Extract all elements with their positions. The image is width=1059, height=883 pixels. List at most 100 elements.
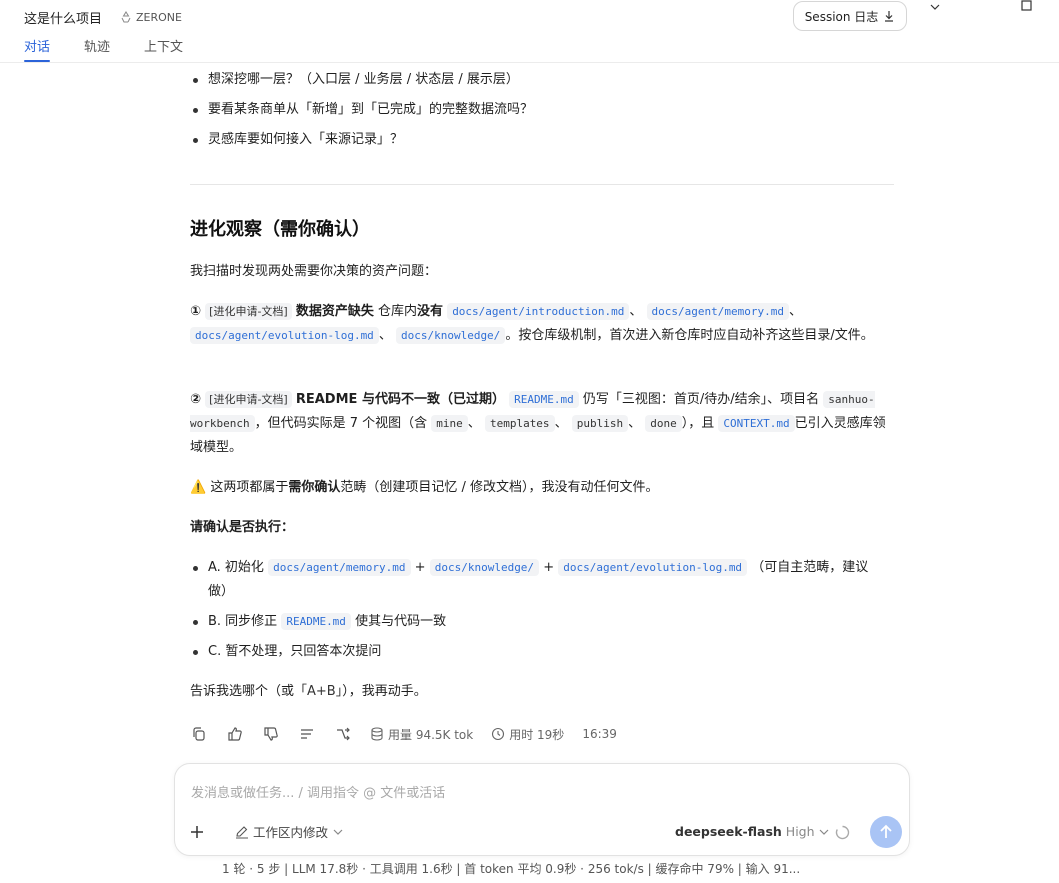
item-number: ② — [190, 392, 202, 407]
tab-trace[interactable]: 轨迹 — [84, 35, 110, 62]
emphasis: 需你确认 — [288, 480, 341, 495]
option-c: C. 暂不处理，只回答本次提问 — [190, 640, 894, 670]
brand-label: ZERONE — [136, 10, 182, 24]
section-heading: 进化观察（需你确认） — [190, 219, 370, 240]
arrow-up-icon — [880, 824, 892, 838]
copy-icon[interactable] — [190, 725, 208, 743]
evolution-item-1: ① [进化申请-文档] 数据资产缺失 仓库内没有 docs/agent/intr… — [190, 300, 894, 348]
database-icon — [371, 727, 383, 741]
option-a: A. 初始化 docs/agent/memory.md + docs/knowl… — [190, 556, 894, 610]
text: 告诉我选哪个（或 — [190, 684, 295, 699]
file-path[interactable]: README.md — [509, 391, 579, 408]
option-b: B. 同步修正 README.md 使其与代码一致 — [190, 610, 894, 640]
chevron-down-icon — [819, 829, 828, 835]
elapsed-time: 用时 19秒 — [491, 726, 564, 743]
list-item: 要看某条商单从「新增」到「已完成」的完整数据流吗？ — [190, 98, 894, 128]
file-path[interactable]: docs/agent/evolution-log.md — [190, 327, 379, 344]
recycle-icon — [121, 11, 131, 23]
separator: 、 — [378, 328, 392, 343]
tag-badge: [进化申请-文档] — [205, 391, 292, 408]
emphasis: 没有 — [417, 304, 444, 319]
page-title: 这是什么项目 — [24, 11, 103, 27]
separator: 、 — [628, 416, 642, 431]
separator: 、 — [554, 416, 568, 431]
token-usage: 用量 94.5K tok — [370, 726, 473, 743]
send-button[interactable] — [870, 816, 902, 848]
file-path[interactable]: README.md — [281, 613, 351, 630]
session-log-label: Session 日志 — [804, 9, 879, 24]
session-log-button[interactable]: Session 日志 — [793, 1, 907, 31]
text: A. 初始化 — [208, 560, 264, 575]
text: 使其与代码一致 — [355, 614, 447, 629]
top-bullet-list: 想深挖哪一层？（入口层 / 业务层 / 状态层 / 展示层） 要看某条商单从「新… — [190, 68, 894, 158]
text: 这两项都属于 — [210, 480, 289, 495]
file-path[interactable]: docs/agent/evolution-log.md — [558, 559, 748, 576]
inline-code: done — [645, 415, 682, 432]
message-composer: 发消息或做任务... / 调用指令 @ 文件或活话 工作区内修改 deepsee… — [174, 763, 910, 856]
item-title: README 与代码不一致（已过期） — [295, 392, 505, 407]
separator: 、 — [467, 416, 481, 431]
brand: ZERONE — [120, 11, 182, 24]
inline-code: mine — [431, 415, 468, 432]
inline-code: publish — [571, 415, 629, 432]
message-action-bar: 用量 94.5K tok 用时 19秒 16:39 — [190, 722, 635, 746]
plus-icon — [191, 826, 203, 838]
option-list: A. 初始化 docs/agent/memory.md + docs/knowl… — [190, 556, 894, 670]
text: 仍写「三视图：首页/待办/结余」、项目名 — [582, 392, 820, 407]
section-intro: 我扫描时发现两处需要你决策的资产问题： — [190, 264, 438, 279]
plus-sign: + — [414, 560, 426, 575]
elapsed-time-label: 用时 19秒 — [509, 727, 565, 742]
header: 这是什么项目 ZERONE 对话 轨迹 上下文 Session 日志 — [0, 0, 1059, 63]
confirm-heading-text: 请确认是否执行： — [190, 520, 295, 535]
minimize-window-icon[interactable] — [929, 2, 941, 12]
file-path[interactable]: docs/knowledge/ — [395, 327, 506, 344]
text-lines-icon[interactable] — [298, 725, 316, 743]
chevron-down-icon — [333, 829, 343, 835]
text: 范畴（创建项目记忆 / 修改文档），我没有动任何文件。 — [340, 480, 659, 495]
thumbs-up-icon[interactable] — [226, 725, 244, 743]
tab-bar: 对话 轨迹 上下文 — [24, 35, 217, 62]
download-icon — [885, 11, 894, 22]
workspace-mode-select[interactable]: 工作区内修改 — [235, 822, 347, 841]
file-path[interactable]: docs/agent/memory.md — [268, 559, 411, 576]
clock-icon — [492, 727, 505, 741]
tag-badge: [进化申请-文档] — [205, 303, 292, 320]
file-path[interactable]: docs/agent/introduction.md — [447, 303, 630, 320]
list-item: 想深挖哪一层？（入口层 / 业务层 / 状态层 / 展示层） — [190, 68, 894, 98]
warning-icon: ⚠️ — [190, 480, 207, 495]
item-number: ① — [190, 304, 202, 319]
divider — [190, 184, 894, 185]
text: B. 同步修正 — [208, 614, 278, 629]
thumbs-down-icon[interactable] — [262, 725, 280, 743]
add-attachment-button[interactable] — [185, 820, 209, 844]
file-path[interactable]: docs/agent/memory.md — [646, 303, 789, 320]
inline-code: 「A+B」 — [294, 684, 343, 699]
item-title: 数据资产缺失 — [295, 304, 374, 319]
message-input[interactable]: 发消息或做任务... / 调用指令 @ 文件或活话 — [191, 782, 445, 801]
tab-chat[interactable]: 对话 — [24, 35, 51, 62]
tab-context[interactable]: 上下文 — [144, 35, 183, 62]
closing-line: 告诉我选哪个（或「A+B」），我再动手。 — [190, 680, 894, 704]
edit-icon — [236, 825, 248, 839]
maximize-window-icon[interactable] — [1021, 0, 1032, 11]
list-item: 灵感库要如何接入「来源记录」？ — [190, 128, 894, 158]
evolution-item-2: ② [进化申请-文档] README 与代码不一致（已过期） README.md… — [190, 388, 894, 460]
plus-sign: + — [543, 560, 555, 575]
timestamp: 16:39 — [582, 727, 617, 741]
token-usage-label: 用量 94.5K tok — [388, 727, 474, 742]
file-path[interactable]: CONTEXT.md — [718, 415, 795, 432]
model-name: deepseek-flash — [675, 824, 782, 839]
model-select[interactable]: deepseek-flash High — [675, 824, 829, 839]
separator: 、 — [629, 304, 643, 319]
workspace-mode-label: 工作区内修改 — [253, 825, 329, 840]
text: 。按仓库级机制，首次进入新仓库时应自动补齐这些目录/文件。 — [505, 328, 874, 343]
status-bar: 1 轮 · 5 步 | LLM 17.8秒 · 工具调用 1.6秒 | 首 to… — [222, 862, 801, 876]
text: ），我再动手。 — [342, 684, 427, 699]
branch-icon[interactable] — [334, 725, 352, 743]
separator: 、 — [788, 304, 802, 319]
file-path[interactable]: docs/knowledge/ — [429, 559, 540, 576]
confirm-heading: 请确认是否执行： — [190, 516, 894, 540]
title-row: 这是什么项目 ZERONE — [24, 8, 182, 27]
loading-spinner-icon — [835, 825, 850, 840]
text: ），且 — [681, 416, 715, 431]
